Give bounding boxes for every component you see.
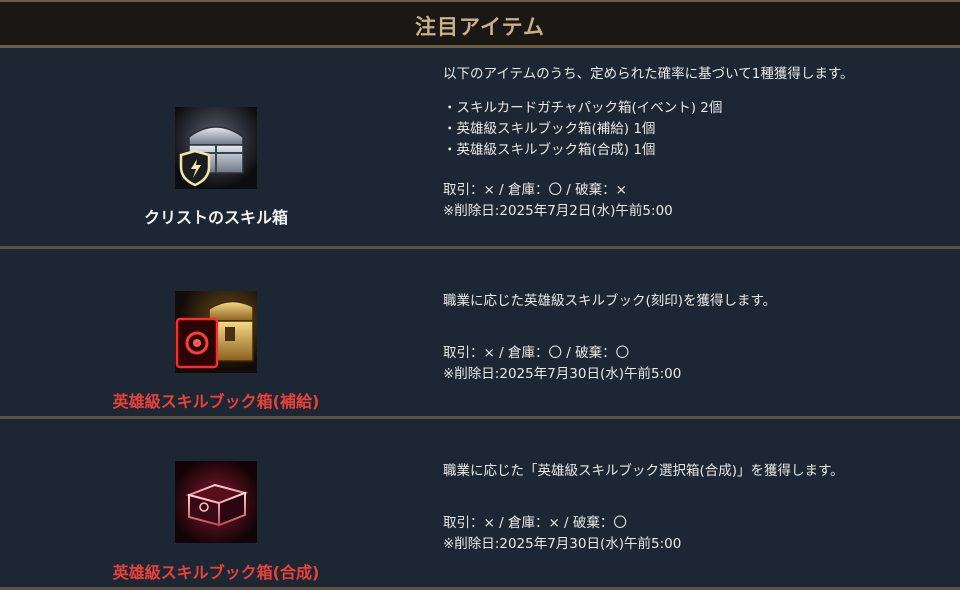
item-description: 職業に応じた英雄級スキルブック(刻印)を獲得します。 取引：× / 倉庫：〇 /…: [443, 291, 953, 385]
trade-info: 取引：× / 倉庫：× / 破棄：〇: [443, 515, 627, 531]
item-row: 英雄級スキルブック箱(合成) 職業に応じた「英雄級スキルブック選択箱(合成)」を…: [0, 419, 960, 587]
gold-chest-red-book-icon: [175, 291, 257, 373]
red-glowing-chest-icon: [175, 461, 257, 543]
item-info: クリストのスキル箱: [0, 48, 432, 246]
item-info: 英雄級スキルブック箱(合成): [0, 419, 432, 587]
item-info: 英雄級スキルブック箱(補給): [0, 249, 432, 416]
delete-date: ※削除日:2025年7月2日(水)午前5:00: [443, 203, 673, 219]
description-intro: 以下のアイテムのうち、定められた確率に基づいて1種獲得します。: [443, 66, 854, 82]
item-description: 以下のアイテムのうち、定められた確率に基づいて1種獲得します。 ・スキルカードガ…: [443, 64, 953, 222]
trade-info: 取引：× / 倉庫：〇 / 破棄：×: [443, 182, 627, 198]
item-name: 英雄級スキルブック箱(補給): [112, 392, 320, 411]
delete-date: ※削除日:2025年7月30日(水)午前5:00: [443, 366, 682, 382]
description-intro: 職業に応じた「英雄級スキルブック選択箱(合成)」を獲得します。: [443, 463, 844, 479]
section-title: 注目アイテム: [415, 14, 545, 39]
contents-list-item: ・英雄級スキルブック箱(補給) 1個: [443, 121, 656, 137]
trade-info: 取引：× / 倉庫：〇 / 破棄：〇: [443, 345, 630, 361]
delete-date: ※削除日:2025年7月30日(水)午前5:00: [443, 536, 682, 552]
item-description: 職業に応じた「英雄級スキルブック選択箱(合成)」を獲得します。 取引：× / 倉…: [443, 461, 953, 555]
silver-chest-shield-icon: [175, 107, 257, 189]
section-header: 注目アイテム: [0, 0, 960, 48]
description-intro: 職業に応じた英雄級スキルブック(刻印)を獲得します。: [443, 293, 777, 309]
item-row: 英雄級スキルブック箱(補給) 職業に応じた英雄級スキルブック(刻印)を獲得します…: [0, 249, 960, 416]
item-name: クリストのスキル箱: [143, 208, 288, 227]
contents-list-item: ・英雄級スキルブック箱(合成) 1個: [443, 142, 656, 158]
item-row: クリストのスキル箱 以下のアイテムのうち、定められた確率に基づいて1種獲得します…: [0, 48, 960, 246]
item-name: 英雄級スキルブック箱(合成): [112, 563, 320, 582]
contents-list-item: ・スキルカードガチャパック箱(イベント) 2個: [443, 100, 723, 116]
